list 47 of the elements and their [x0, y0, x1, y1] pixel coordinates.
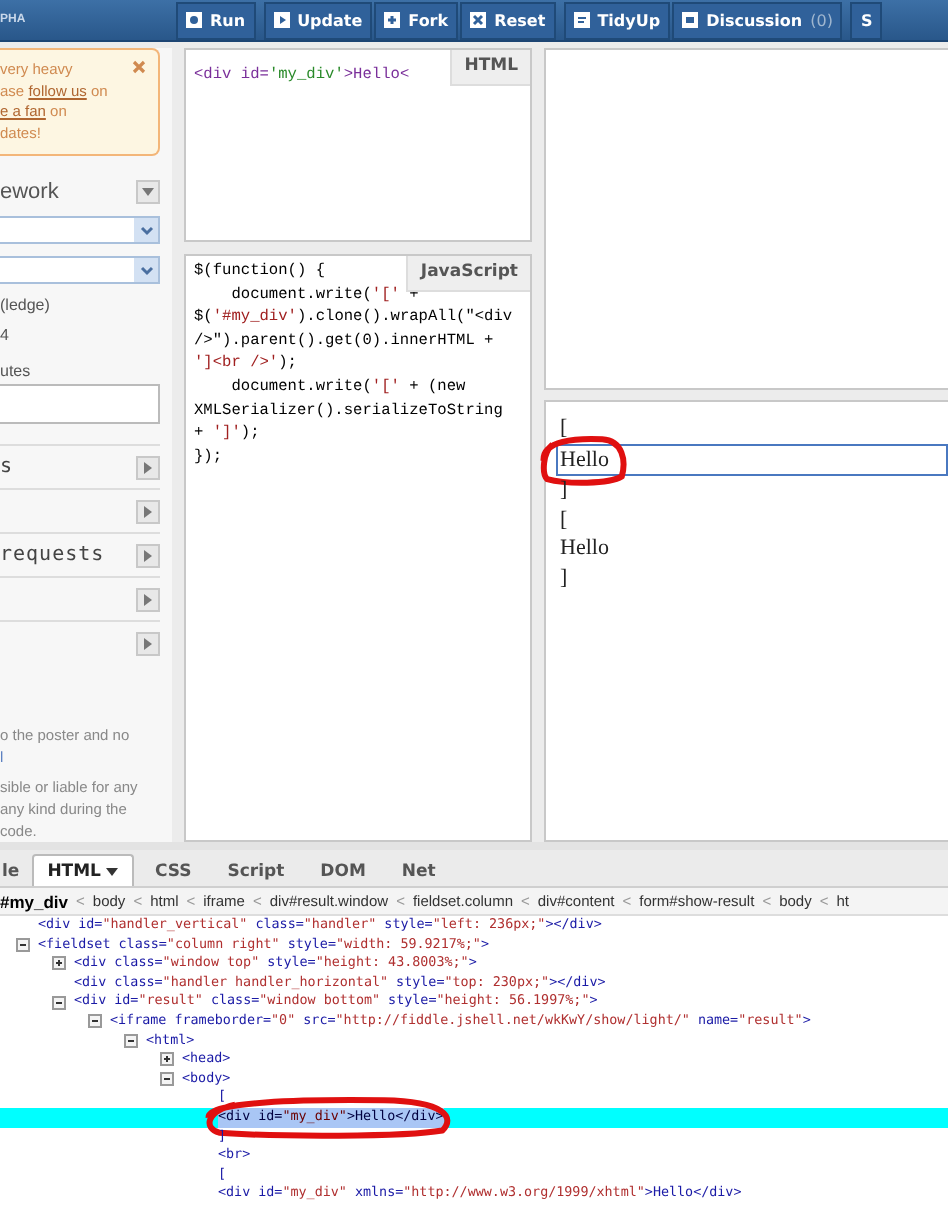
result-text: Hello: [560, 445, 609, 474]
option-label: 4: [0, 326, 11, 344]
editor-label: JavaScript: [406, 256, 530, 292]
plus-icon: [384, 12, 401, 28]
record-icon: [186, 12, 202, 28]
lines-icon: [573, 12, 590, 28]
panel-title: requests: [0, 544, 105, 566]
result-text: ]: [560, 563, 568, 592]
collapse-icon[interactable]: [16, 937, 30, 952]
panel-tab[interactable]: le: [0, 854, 28, 886]
toolbar-button[interactable]: Discussion (0): [672, 1, 843, 39]
play-icon: [273, 12, 290, 28]
panel-tab[interactable]: Net: [385, 854, 452, 886]
panel-title: s: [0, 456, 14, 478]
toolbar-button[interactable]: Run: [176, 1, 256, 39]
toolbar-button[interactable]: Reset: [460, 1, 556, 39]
input-field[interactable]: [0, 384, 160, 424]
collapse-icon[interactable]: [160, 1072, 174, 1087]
toolbar-button[interactable]: Fork: [374, 1, 459, 39]
panel-tab[interactable]: CSS: [138, 854, 208, 886]
toolbar-button[interactable]: TidyUp: [563, 1, 671, 39]
chevron-icon: [139, 265, 153, 275]
result-text: [: [560, 505, 568, 534]
collapse-icon[interactable]: [88, 1014, 102, 1029]
result-text: [: [560, 414, 568, 443]
chevron-icon: [139, 225, 153, 235]
breadcrumb-link[interactable]: #my_div: [0, 891, 69, 911]
select-field[interactable]: [0, 256, 160, 284]
expand-icon[interactable]: [52, 956, 66, 971]
option-label: (ledge): [0, 296, 52, 314]
expand-icon[interactable]: [160, 1052, 174, 1067]
toolbar-button[interactable]: S: [850, 1, 883, 39]
panel-tab[interactable]: HTML: [31, 854, 135, 886]
collapse-icon[interactable]: [52, 995, 66, 1010]
close-icon: [470, 12, 487, 28]
editor-label: HTML: [450, 50, 530, 86]
toolbar-button[interactable]: Update: [263, 1, 373, 39]
section-title: ework: [0, 180, 59, 204]
result-text: ]: [560, 476, 568, 505]
select-field[interactable]: [0, 216, 160, 244]
result-text: Hello: [560, 534, 609, 563]
collapse-icon[interactable]: [124, 1033, 138, 1048]
panel-tab[interactable]: Script: [211, 854, 301, 886]
close-icon[interactable]: [132, 60, 146, 74]
dropdown-icon[interactable]: [136, 180, 160, 204]
panel-tab[interactable]: DOM: [304, 854, 382, 886]
field-label: utes: [0, 362, 33, 380]
